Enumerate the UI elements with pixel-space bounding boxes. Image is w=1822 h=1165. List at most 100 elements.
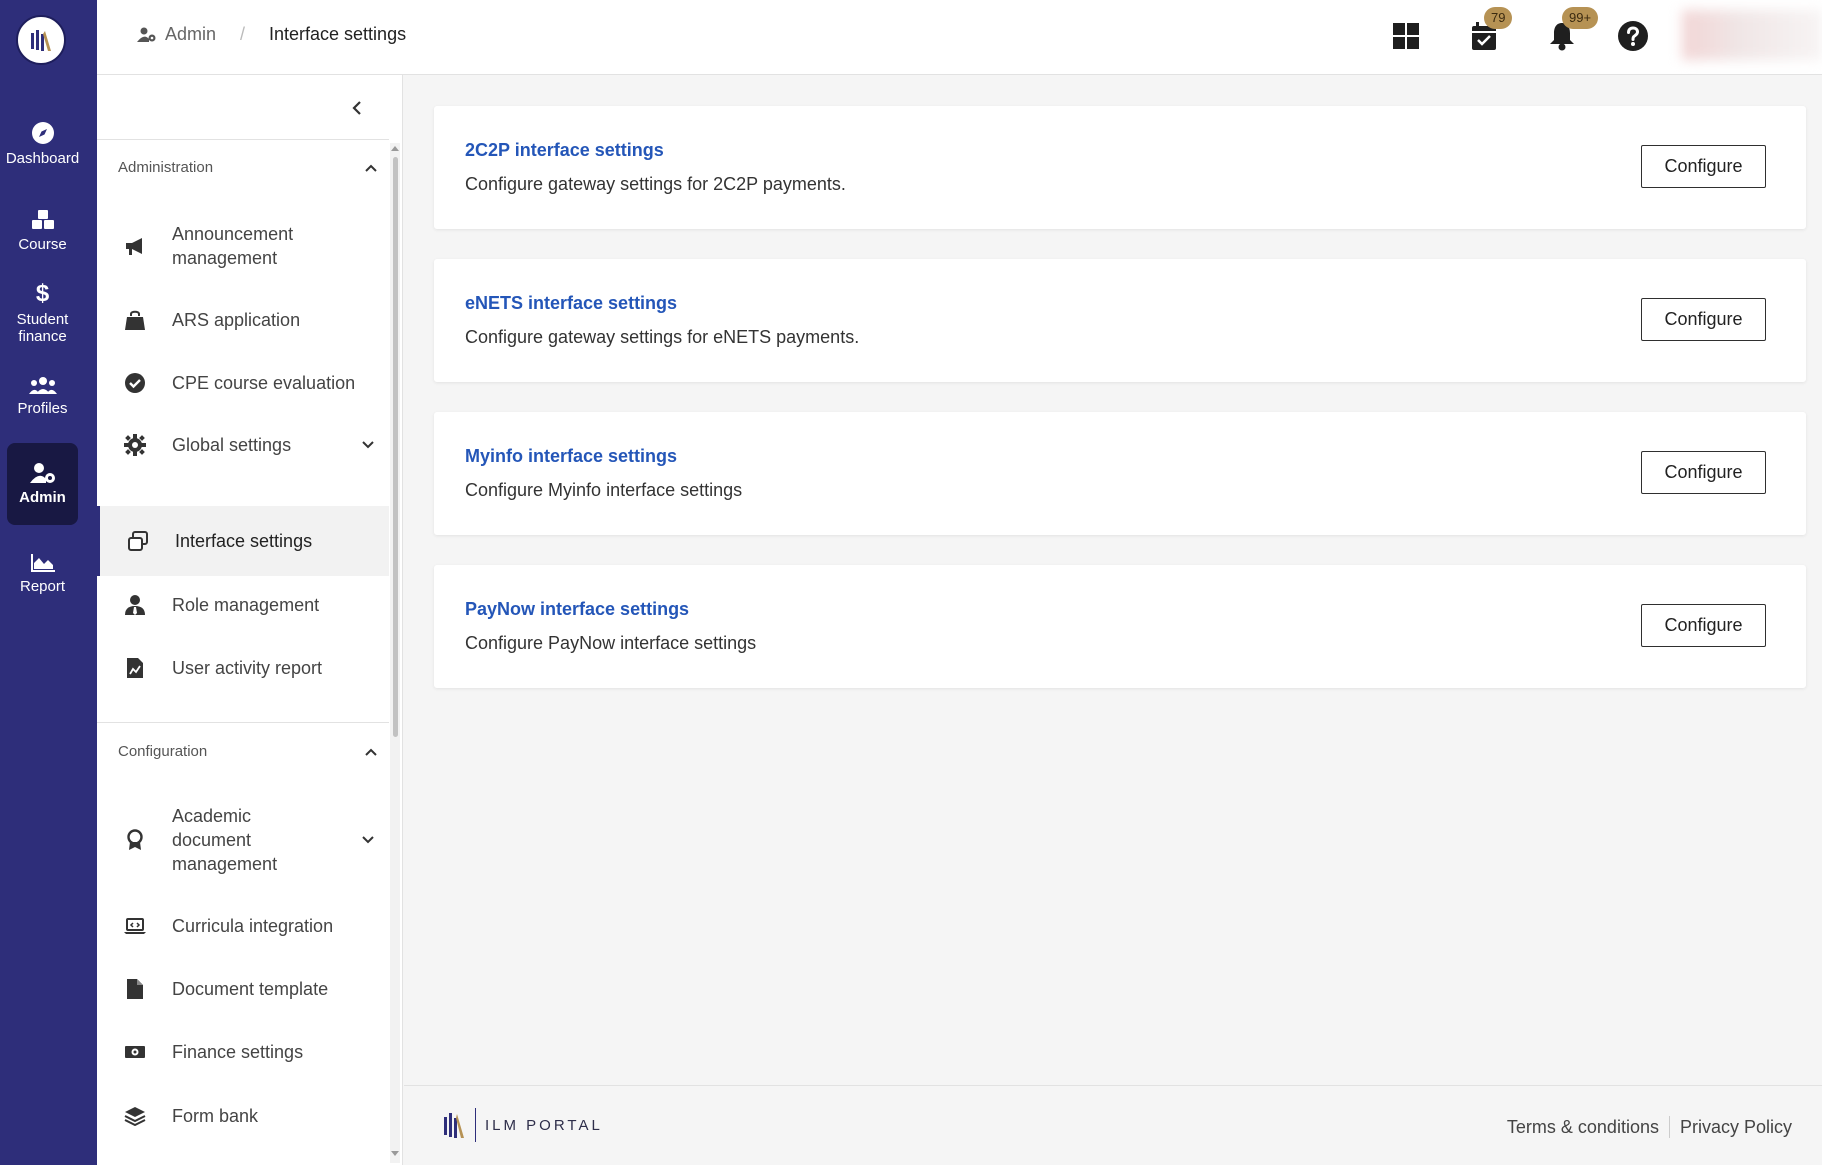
sidebar-item-label: Document template (172, 979, 329, 999)
configure-button[interactable]: Configure (1641, 298, 1766, 341)
sidebar-item-form-bank[interactable]: Form bank (97, 1083, 389, 1149)
footer-brand: ILM PORTAL (485, 1116, 603, 1134)
sidebar-item-label: Global settings (172, 435, 292, 455)
rail-item-dashboard[interactable]: Dashboard (5, 103, 80, 185)
interface-card-paynow: PayNow interface settings Configure PayN… (434, 565, 1806, 688)
scroll-down-icon (391, 1151, 399, 1156)
rail-item-label: Course (18, 236, 67, 253)
sidebar-item-label: Role management (172, 595, 320, 615)
award-icon (123, 828, 147, 852)
sidebar-item-label: CPE course evaluation (172, 373, 356, 393)
interface-card-enets: eNETS interface settings Configure gatew… (434, 259, 1806, 382)
sidebar-item-ars-application[interactable]: ARS application (97, 287, 389, 353)
rail-item-label: Admin (19, 489, 66, 506)
help-button[interactable] (1613, 16, 1653, 56)
check-circle-icon (123, 371, 147, 395)
rail-item-profiles[interactable]: Profiles (7, 355, 78, 437)
sidebar-item-global-settings[interactable]: Global settings (97, 413, 389, 477)
compass-icon (31, 122, 54, 144)
scrollbar-thumb[interactable] (393, 157, 398, 737)
breadcrumb-admin[interactable]: Admin (137, 24, 216, 45)
configure-button[interactable]: Configure (1641, 604, 1766, 647)
calendar-badge: 79 (1484, 7, 1513, 29)
footer-logo-divider (475, 1108, 476, 1142)
user-gear-icon (137, 27, 156, 42)
card-description: Configure gateway settings for eNETS pay… (465, 327, 860, 347)
rail-item-label: Report (19, 578, 66, 595)
file-icon (123, 977, 147, 1001)
rail-item-student-finance[interactable]: $ Student finance (7, 268, 78, 358)
grid-icon (1393, 23, 1419, 49)
chevron-down-icon (362, 441, 374, 449)
configure-button[interactable]: Configure (1641, 451, 1766, 494)
section-title: Configuration (118, 743, 208, 760)
user-profile-menu[interactable] (1682, 10, 1822, 60)
admin-sidebar: Administration Announcement management A… (97, 75, 403, 1165)
chevron-left-icon (352, 101, 361, 115)
help-icon (1618, 21, 1648, 51)
logo-icon (444, 1113, 464, 1138)
card-description: Configure PayNow interface settings (465, 633, 757, 653)
sidebar-item-label: User activity report (172, 658, 323, 678)
file-chart-icon (123, 656, 147, 680)
rail-item-label: Student finance (16, 310, 69, 345)
section-header-administration[interactable]: Administration (118, 159, 378, 176)
area-chart-icon (30, 554, 55, 572)
card-description: Configure gateway settings for 2C2P paym… (465, 174, 846, 194)
sidebar-item-academic-document-management[interactable]: Academic document management (97, 790, 389, 890)
sidebar-item-finance-settings[interactable]: Finance settings (97, 1019, 389, 1085)
sidebar-divider (97, 722, 389, 723)
laptop-code-icon (123, 914, 147, 938)
sidebar-item-announcement-management[interactable]: Announcement management (97, 208, 389, 284)
card-title-link[interactable]: 2C2P interface settings (465, 140, 664, 161)
layers-icon (123, 1104, 147, 1128)
sidebar-item-label: Announcement management (172, 224, 294, 268)
sidebar-divider (97, 139, 389, 140)
page-footer: ILM PORTAL Terms & conditions Privacy Po… (404, 1085, 1822, 1165)
breadcrumb-current: Interface settings (269, 24, 407, 44)
rail-item-admin[interactable]: Admin (7, 443, 78, 525)
configure-button[interactable]: Configure (1641, 145, 1766, 188)
apps-grid-button[interactable] (1386, 16, 1426, 56)
app-logo[interactable] (16, 15, 66, 65)
rail-item-course[interactable]: Course (7, 190, 78, 272)
sidebar-item-label: ARS application (172, 310, 301, 330)
sidebar-item-cpe-course-evaluation[interactable]: CPE course evaluation (97, 351, 389, 415)
terms-link[interactable]: Terms & conditions (1507, 1117, 1659, 1138)
money-icon (123, 1040, 147, 1064)
section-header-configuration[interactable]: Configuration (118, 743, 378, 760)
sidebar-item-label: Form bank (172, 1106, 259, 1126)
breadcrumb-separator: / (240, 24, 246, 44)
dollar-icon: $ (35, 279, 50, 307)
sidebar-item-curricula-integration[interactable]: Curricula integration (97, 893, 389, 959)
collapse-sidebar-button[interactable] (342, 93, 372, 123)
sidebar-item-label: Finance settings (172, 1042, 304, 1062)
user-tie-icon (123, 593, 147, 617)
interface-card-2c2p: 2C2P interface settings Configure gatewa… (434, 106, 1806, 229)
rail-item-label: Dashboard (5, 150, 80, 167)
sidebar-scrollbar[interactable] (390, 143, 400, 1163)
sidebar-item-role-management[interactable]: Role management (97, 572, 389, 638)
card-title-link[interactable]: Myinfo interface settings (465, 446, 677, 467)
card-title-link[interactable]: PayNow interface settings (465, 599, 689, 620)
footer-logo: ILM PORTAL (442, 1108, 603, 1142)
interface-card-myinfo: Myinfo interface settings Configure Myin… (434, 412, 1806, 535)
app-rail: Dashboard Course $ Student finance Profi… (0, 0, 97, 1165)
chevron-down-icon (362, 836, 374, 844)
cubes-icon (31, 210, 54, 229)
rail-item-report[interactable]: Report (7, 533, 78, 615)
windows-icon (126, 529, 150, 553)
sidebar-item-label: Interface settings (175, 531, 313, 551)
notification-badge: 99+ (1562, 7, 1599, 29)
scroll-up-icon (391, 146, 399, 151)
sidebar-item-user-activity-report[interactable]: User activity report (97, 635, 389, 701)
card-title-link[interactable]: eNETS interface settings (465, 293, 677, 314)
sidebar-item-document-template[interactable]: Document template (97, 957, 389, 1021)
sidebar-item-label: Curricula integration (172, 916, 334, 936)
user-gear-icon (29, 463, 55, 483)
logo-icon (31, 30, 51, 51)
rail-item-label: Profiles (17, 400, 68, 417)
sidebar-item-interface-settings[interactable]: Interface settings (97, 506, 389, 576)
privacy-link[interactable]: Privacy Policy (1680, 1117, 1792, 1138)
sidebar-item-label: Academic document management (172, 806, 278, 874)
